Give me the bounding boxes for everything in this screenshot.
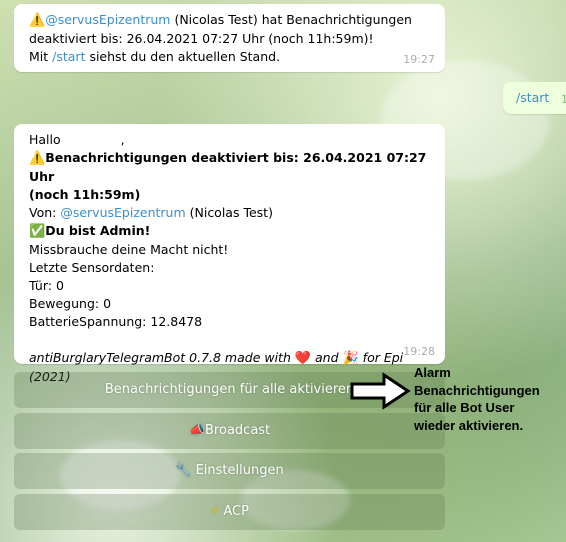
greeting-comma: , — [120, 132, 125, 147]
message-timestamp: 19:27 — [403, 53, 435, 66]
status-headline-remaining: (noch 11h:59m) — [29, 187, 141, 202]
heart-icon: ❤️ — [294, 351, 312, 366]
status-headline: Benachrichtigungen deaktiviert bis: 26.0… — [29, 150, 427, 184]
start-command-link[interactable]: /start — [52, 49, 85, 64]
outgoing-message: /start 1 — [503, 82, 566, 114]
message-text: Hallo, ⚠️Benachrichtigungen deaktiviert … — [29, 131, 439, 386]
from-label: Von: — [29, 205, 61, 220]
annotation-arrow-icon — [350, 372, 411, 410]
annotation-line: Alarm — [414, 365, 451, 380]
check-mark-icon: ✅ — [29, 224, 46, 239]
broadcast-button[interactable]: 📣Broadcast — [14, 413, 445, 449]
misuse-warning: Missbrauche deine Macht nicht! — [29, 242, 229, 257]
message-text-line: (Nicolas Test) hat Benachrichtigungen — [170, 12, 412, 27]
message-timestamp: 19:28 — [403, 345, 435, 358]
footer-text: antiBurglaryTelegramBot 0.7.8 made with — [29, 350, 295, 365]
warning-icon: ⚠️ — [29, 151, 46, 166]
annotation-line: wieder aktivieren. — [414, 417, 524, 433]
from-name: (Nicolas Test) — [185, 205, 273, 220]
message-text-line: siehst du den aktuellen Stand. — [85, 49, 281, 64]
user-mention-link[interactable]: @servusEpizentrum — [45, 12, 170, 27]
message-text: ⚠️@servusEpizentrum (Nicolas Test) hat B… — [29, 11, 412, 66]
annotation-text: Alarm Benachrichtigungen für alle Bot Us… — [414, 364, 564, 434]
sensor-battery: BatterieSpannung: 12.8478 — [29, 314, 203, 329]
megaphone-icon: 📣 — [188, 423, 206, 438]
admin-status: Du bist Admin! — [45, 223, 151, 238]
start-command-link[interactable]: /start — [516, 90, 549, 105]
annotation-line: Benachrichtigungen — [414, 382, 540, 398]
message-text-line: deaktiviert bis: 26.04.2021 07:27 Uhr (n… — [29, 31, 374, 46]
button-label: Broadcast — [205, 423, 271, 438]
lightning-icon: ⚡ — [210, 504, 220, 519]
sensor-header: Letzte Sensordaten: — [29, 260, 155, 275]
button-label: Benachrichtigungen für alle aktivieren — [104, 382, 355, 397]
settings-button[interactable]: 🔧 Einstellungen — [14, 453, 445, 489]
sensor-door: Tür: 0 — [29, 278, 64, 293]
acp-button[interactable]: ⚡ ACP — [14, 494, 445, 530]
message-text-line: Mit — [29, 49, 53, 64]
sensor-motion: Bewegung: 0 — [29, 296, 112, 311]
warning-icon: ⚠️ — [29, 13, 46, 28]
user-mention-link[interactable]: @servusEpizentrum — [60, 205, 185, 220]
button-label: ACP — [223, 504, 249, 519]
button-label: Einstellungen — [195, 463, 284, 478]
incoming-message: ⚠️@servusEpizentrum (Nicolas Test) hat B… — [14, 4, 445, 72]
footer-text: and — [311, 350, 343, 365]
party-icon: 🎉 — [342, 351, 359, 366]
greeting-text: Hallo — [29, 132, 61, 147]
annotation-line: für alle Bot User — [414, 400, 515, 415]
wrench-icon: 🔧 — [175, 463, 192, 478]
message-timestamp: 1 — [561, 93, 566, 106]
incoming-message: Hallo, ⚠️Benachrichtigungen deaktiviert … — [14, 124, 445, 384]
